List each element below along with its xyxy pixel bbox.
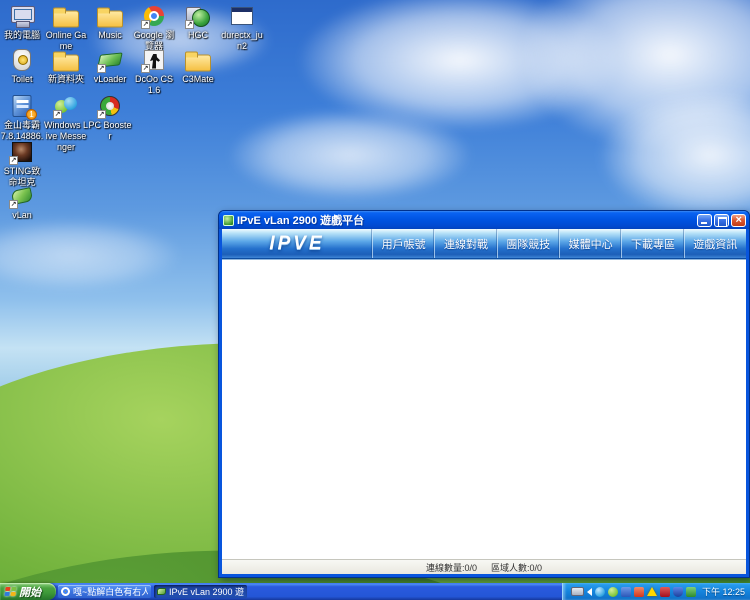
shortcut-arrow-icon [9,200,18,209]
close-button[interactable] [731,214,746,227]
desktop-icon-label: durectx_jun2 [220,30,264,52]
desktop-icon-sting[interactable]: STING致命坦克 [0,138,44,188]
client-area [222,259,746,559]
desktop: 我的電腦 Online Game Music Google 瀏覽器 HGC du… [0,0,750,600]
desktop-icon-my-computer[interactable]: 我的電腦 [0,2,44,41]
desktop-icon-toilet[interactable]: Toilet [0,46,44,85]
taskbar: 開始 嘎~點解白色有右人... IPvE vLan 2900 遊戲... 下午 … [0,583,750,600]
warning-icon[interactable] [647,587,657,596]
shortcut-arrow-icon [141,64,150,73]
desktop-icon-online-game[interactable]: Online Game [44,2,88,52]
desktop-icon-label: vLoader [88,74,132,85]
chrome-icon [61,587,70,596]
shortcut-arrow-icon [185,20,194,29]
menu-item-download-zone[interactable]: 下載專區 [621,229,683,258]
desktop-icon-google-chrome[interactable]: Google 瀏覽器 [132,2,176,52]
menu-item-media-center[interactable]: 媒體中心 [559,229,621,258]
cloud [230,110,470,200]
shortcut-arrow-icon [9,156,18,165]
windows-flag-icon [4,587,16,596]
app-leaf-icon [223,215,234,226]
desktop-icon-label: 我的電腦 [0,30,44,41]
ati-icon[interactable] [660,587,670,597]
status-bar: 連線數量:0/0 區域人數:0/0 [222,559,746,574]
app-window: IPvE vLan 2900 遊戲平台 IPVE 用戶帳號 連線對戰 團隊競技 … [218,210,750,578]
taskbar-item-chrome[interactable]: 嘎~點解白色有右人... [58,585,151,598]
menu-item-online-battle[interactable]: 連線對戰 [434,229,496,258]
toilet-icon [13,49,31,71]
app-menu: 用戶帳號 連線對戰 團隊競技 媒體中心 下載專區 遊戲資訊 [372,229,746,258]
desktop-icon-label: PC Booster [88,120,132,142]
app-navbar: IPVE 用戶帳號 連線對戰 團隊競技 媒體中心 下載專區 遊戲資訊 [222,229,746,259]
desktop-icon-label: C3Mate [176,74,220,85]
desktop-icon-label: Toilet [0,74,44,85]
desktop-icon-label: vLan [0,210,44,221]
menu-item-game-info[interactable]: 遊戲資訊 [684,229,746,258]
app-window-icon [231,7,253,25]
desktop-icon-label: Music [88,30,132,41]
menu-item-user-account[interactable]: 用戶帳號 [372,229,434,258]
region-count: 區域人數:0/0 [491,561,542,574]
window-frame: IPVE 用戶帳號 連線對戰 團隊競技 媒體中心 下載專區 遊戲資訊 連線數量:… [222,229,746,574]
desktop-icon-vlan[interactable]: vLan [0,182,44,221]
start-label: 開始 [19,584,41,600]
cloud [0,220,180,290]
shortcut-arrow-icon [97,110,106,119]
utility-green-icon[interactable] [686,587,696,597]
desktop-icon-new-folder[interactable]: 新資料夾 [44,46,88,85]
minimize-button[interactable] [697,214,712,227]
my-computer-icon [10,6,34,26]
msn-icon[interactable] [608,587,618,597]
desktop-icon-c3mate[interactable]: C3Mate [176,46,220,85]
security-shield-icon[interactable] [673,587,683,597]
shortcut-arrow-icon [141,20,150,29]
desktop-icon-label: HGC [176,30,220,41]
desktop-icon-dcoo-cs16[interactable]: DcOo CS1.6 [132,46,176,96]
desktop-icon-vloader[interactable]: vLoader [88,46,132,85]
folder-icon [53,10,79,27]
window-title: IPvE vLan 2900 遊戲平台 [237,212,697,228]
collapse-chevron-icon[interactable] [587,588,592,596]
desktop-icon-label: Windows Live Messenger [44,120,88,152]
start-button[interactable]: 開始 [0,583,56,600]
folder-icon [185,54,211,71]
folder-icon [97,10,123,27]
update-badge: 1 [26,109,37,120]
desktop-icon-live-messenger[interactable]: Windows Live Messenger [44,92,88,152]
ipve-logo: IPVE [222,229,372,258]
live-messenger-icon[interactable] [634,587,644,597]
window-titlebar[interactable]: IPvE vLan 2900 遊戲平台 [219,211,749,229]
shortcut-arrow-icon [97,64,106,73]
menu-item-team-competition[interactable]: 團隊競技 [497,229,559,258]
desktop-icon-label: DcOo CS1.6 [132,74,176,96]
vlan-leaf-icon [157,588,166,595]
taskbar-item-ipve[interactable]: IPvE vLan 2900 遊戲... [154,585,247,598]
printer-icon[interactable] [571,587,584,596]
folder-icon [53,54,79,71]
system-tray: 下午 12:25 [562,583,750,600]
app-blue-icon[interactable] [621,587,631,597]
desktop-icon-music[interactable]: Music [88,2,132,41]
desktop-icon-durectx[interactable]: durectx_jun2 [220,2,264,52]
messenger-status-icon[interactable] [595,587,605,597]
desktop-icon-hgc[interactable]: HGC [176,2,220,41]
taskbar-clock[interactable]: 下午 12:25 [702,585,745,598]
maximize-button[interactable] [714,214,729,227]
desktop-icon-label: 新資料夾 [44,74,88,85]
shortcut-arrow-icon [53,110,62,119]
desktop-icon-pc-booster[interactable]: PC Booster [88,92,132,142]
connections-count: 連線數量:0/0 [426,561,477,574]
